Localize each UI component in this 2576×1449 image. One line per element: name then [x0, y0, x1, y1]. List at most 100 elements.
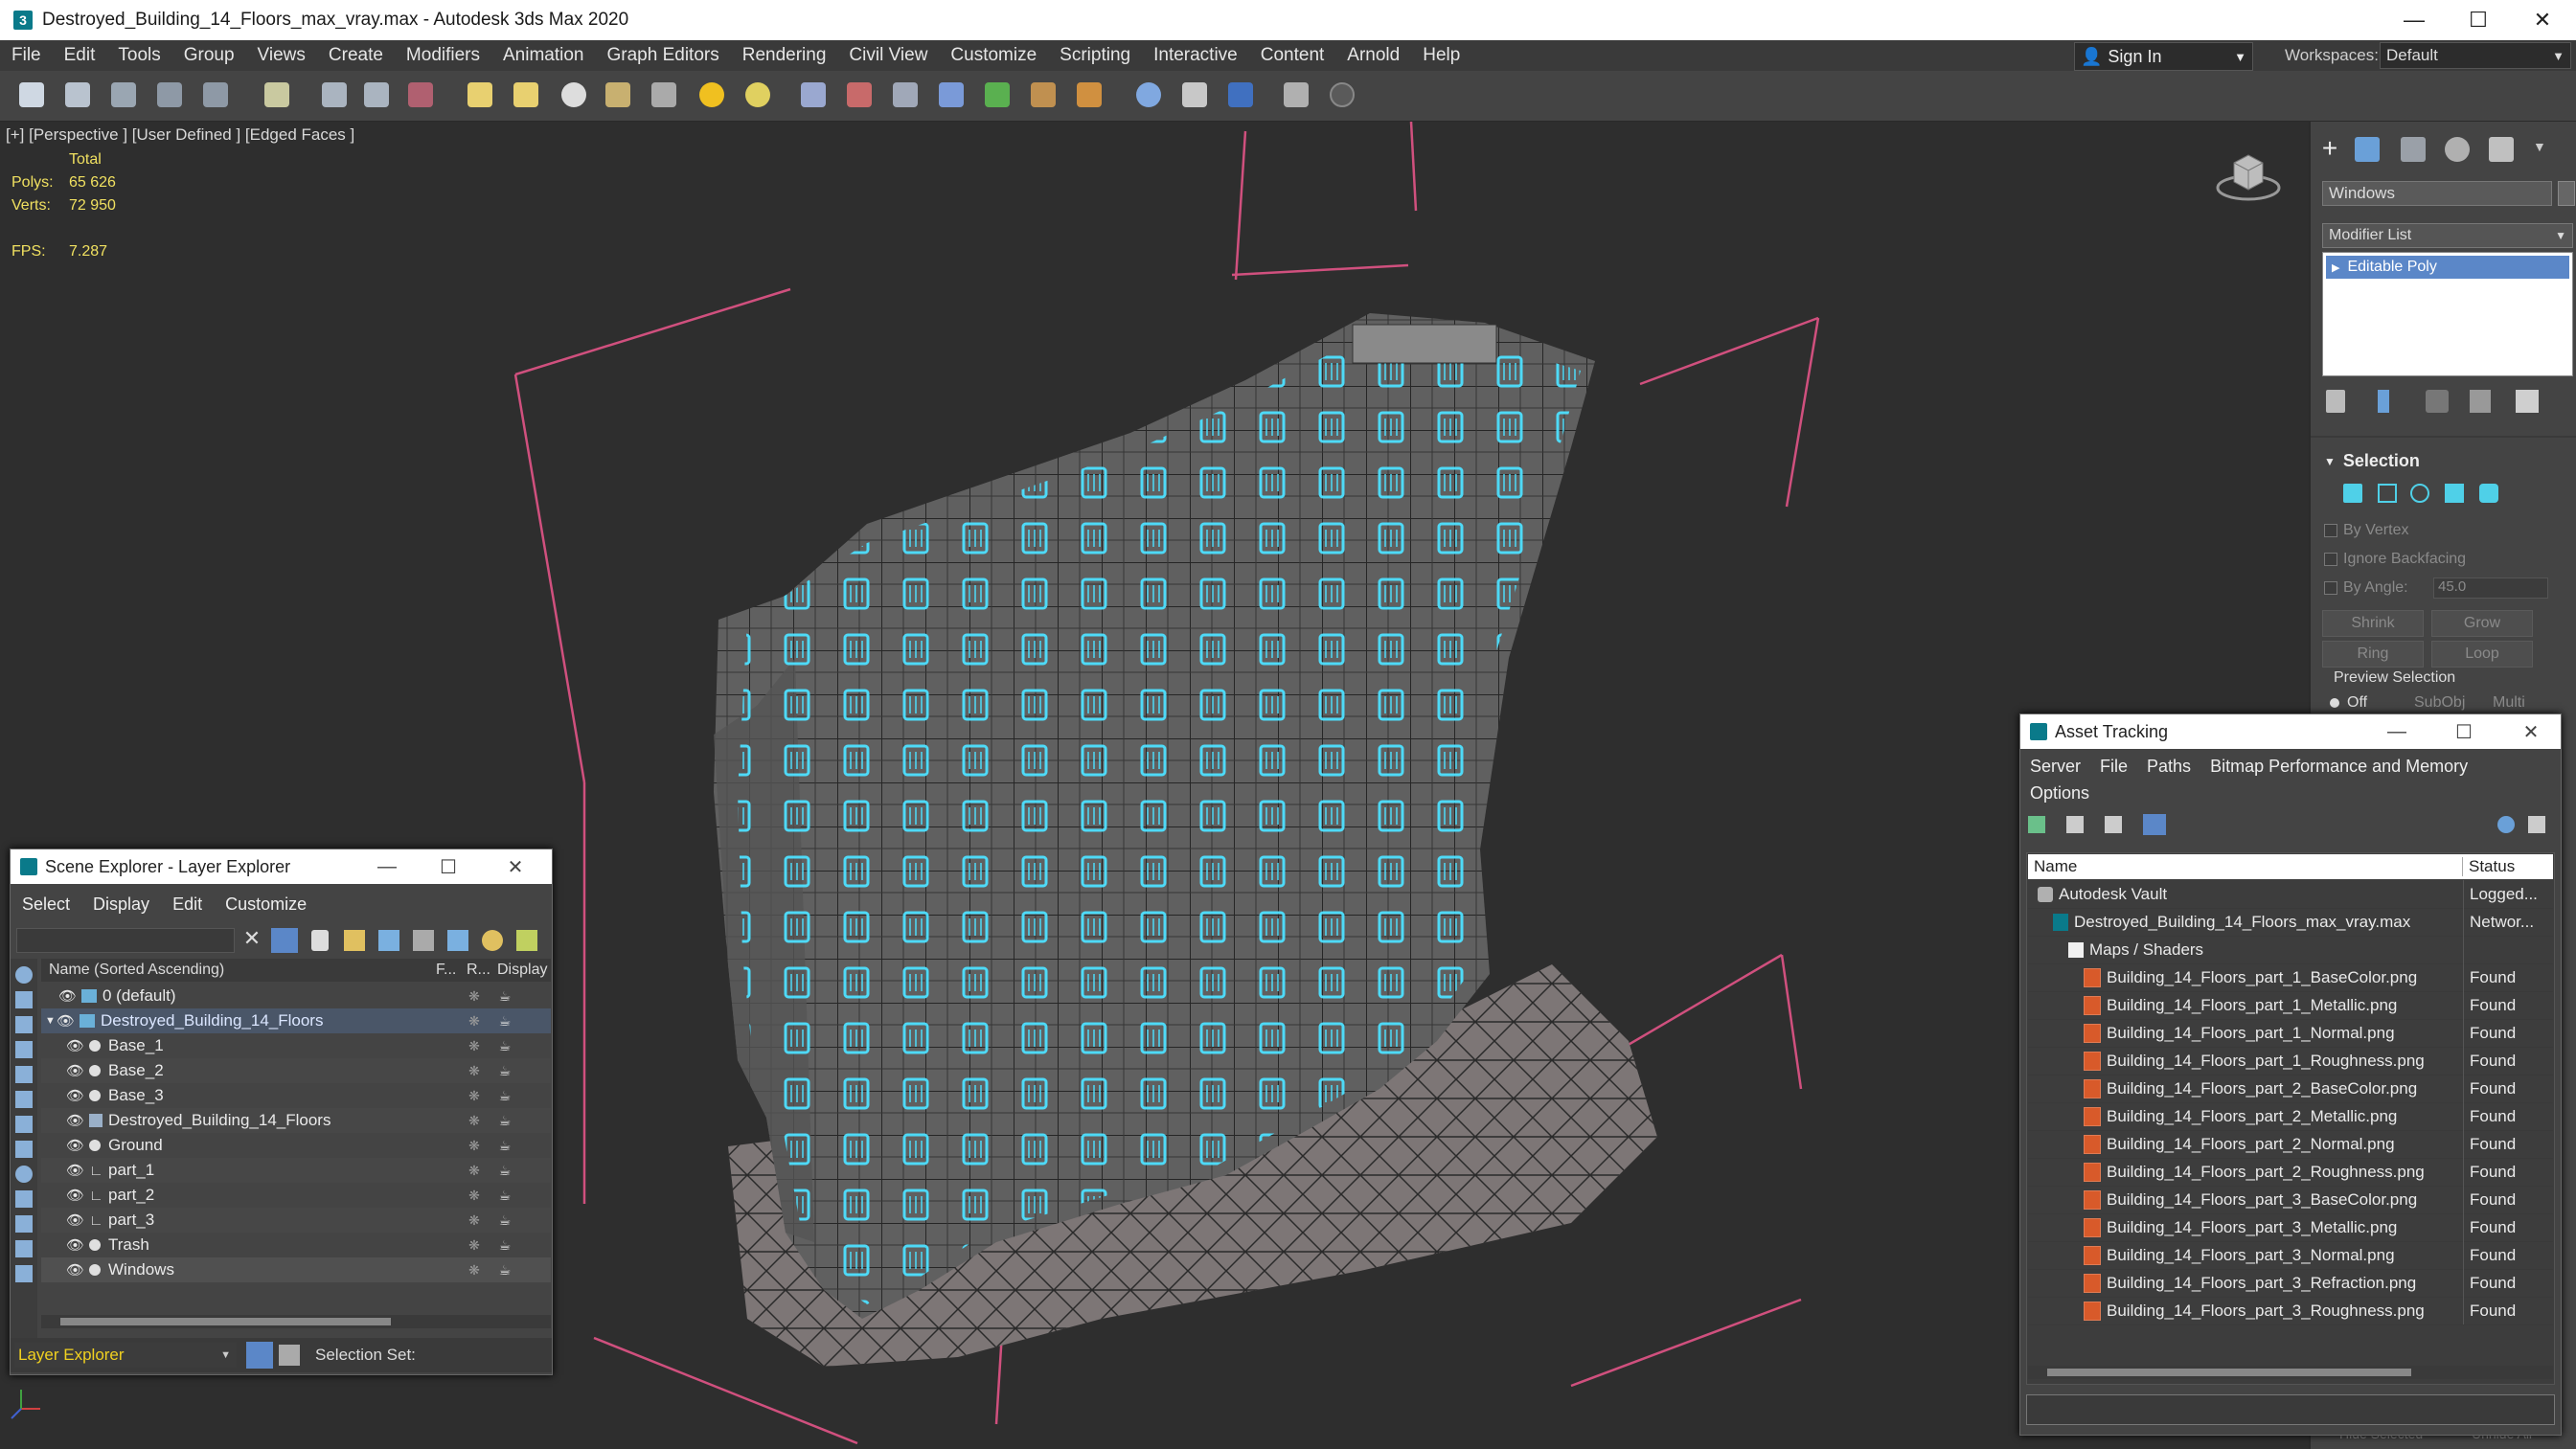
asset-row[interactable]: Autodesk Vault Logged...: [2028, 880, 2553, 909]
freeze-icon[interactable]: ❋: [459, 1262, 490, 1279]
display-helpers-icon[interactable]: [15, 1091, 33, 1108]
show-end-result-icon[interactable]: [2378, 390, 2389, 413]
sync-icon[interactable]: [516, 930, 537, 951]
asset-row[interactable]: Building_14_Floors_part_1_Normal.png Foun…: [2028, 1019, 2553, 1048]
tree-row[interactable]: ▼ 👁 Destroyed_Building_14_Floors ❋ ☕: [41, 1008, 551, 1033]
visibility-eye-icon[interactable]: 👁: [66, 1236, 87, 1254]
tree-row[interactable]: 👁 Base_2 ❋ ☕: [41, 1058, 551, 1083]
renderable-icon[interactable]: ☕: [490, 1138, 520, 1154]
selection-rollout-header[interactable]: ▼ Selection: [2324, 451, 2420, 471]
select-scale-icon[interactable]: [605, 82, 630, 107]
freeze-icon[interactable]: ❋: [459, 1013, 490, 1030]
column-display[interactable]: Display: [497, 962, 547, 979]
menu-arnold[interactable]: Arnold: [1335, 45, 1411, 66]
menu-help[interactable]: Help: [1411, 45, 1471, 66]
column-name[interactable]: Name: [2028, 857, 2463, 876]
renderable-icon[interactable]: ☕: [490, 988, 520, 1005]
table-view-icon[interactable]: [2143, 814, 2166, 835]
render-frame-icon[interactable]: [1228, 82, 1253, 107]
layers-icon[interactable]: [447, 930, 468, 951]
display-shapes-icon[interactable]: [15, 1016, 33, 1033]
asset-row[interactable]: Building_14_Floors_part_3_Roughness.png F…: [2028, 1297, 2553, 1325]
display-frozen-icon[interactable]: [15, 1240, 33, 1257]
menu-civil-view[interactable]: Civil View: [837, 45, 939, 66]
layer-explorer-icon[interactable]: [246, 1342, 273, 1369]
freeze-icon[interactable]: ❋: [459, 1163, 490, 1179]
tree-row[interactable]: 👁 Base_1 ❋ ☕: [41, 1033, 551, 1058]
named-selection-icon[interactable]: [985, 82, 1010, 107]
render-setup-icon[interactable]: [1182, 82, 1207, 107]
display-spacewarps-icon[interactable]: [15, 1116, 33, 1133]
select-object-icon[interactable]: [322, 82, 347, 107]
object-color-swatch[interactable]: [2558, 181, 2575, 206]
help-icon[interactable]: [1330, 82, 1355, 107]
asset-row[interactable]: Building_14_Floors_part_3_Metallic.png Fo…: [2028, 1213, 2553, 1242]
renderable-icon[interactable]: ☕: [490, 1038, 520, 1054]
chevron-down-icon[interactable]: ▼: [2533, 139, 2552, 158]
motion-tab-icon[interactable]: [2445, 137, 2470, 162]
renderable-icon[interactable]: ☕: [490, 1163, 520, 1179]
refresh-icon[interactable]: [2028, 816, 2045, 833]
scrollbar-thumb[interactable]: [2047, 1369, 2411, 1376]
renderable-icon[interactable]: ☕: [490, 1013, 520, 1030]
visibility-eye-icon[interactable]: 👁: [66, 1187, 87, 1204]
by-angle-spinner[interactable]: 45.0: [2433, 577, 2548, 599]
make-unique-icon[interactable]: [2426, 390, 2449, 413]
asset-tracking-titlebar[interactable]: Asset Tracking — ☐ ✕: [2020, 714, 2561, 749]
loop-button[interactable]: Loop: [2431, 641, 2533, 668]
modify-tab-icon[interactable]: [2355, 137, 2380, 162]
clear-search-icon[interactable]: ✕: [240, 926, 263, 953]
select-by-name-icon[interactable]: [364, 82, 389, 107]
renderable-icon[interactable]: ☕: [490, 1063, 520, 1079]
asset-row[interactable]: Building_14_Floors_part_3_BaseColor.png F…: [2028, 1186, 2553, 1214]
edge-mode-icon[interactable]: [2378, 484, 2397, 503]
chevron-down-icon[interactable]: ▼: [45, 1015, 57, 1027]
bind-spacewarp-icon[interactable]: [203, 82, 228, 107]
display-hidden-icon[interactable]: [15, 1265, 33, 1282]
spinner-snap-icon[interactable]: [939, 82, 964, 107]
ring-button[interactable]: Ring: [2322, 641, 2424, 668]
material-editor-icon[interactable]: [1136, 82, 1161, 107]
align-icon[interactable]: [1077, 82, 1102, 107]
reference-coordinate-icon[interactable]: [651, 82, 676, 107]
freeze-icon[interactable]: ❋: [459, 1113, 490, 1129]
minimize-button[interactable]: —: [2381, 0, 2448, 40]
renderable-icon[interactable]: ☕: [490, 1188, 520, 1204]
hierarchy-icon[interactable]: [413, 930, 434, 951]
percent-snap-icon[interactable]: [893, 82, 918, 107]
close-button[interactable]: ✕: [493, 849, 537, 884]
scrollbar-thumb[interactable]: [60, 1318, 391, 1325]
asset-row[interactable]: Building_14_Floors_part_2_Roughness.png F…: [2028, 1158, 2553, 1187]
menu-interactive[interactable]: Interactive: [1142, 45, 1249, 66]
help-icon[interactable]: [2497, 816, 2515, 833]
ignore-backfacing-checkbox[interactable]: [2324, 553, 2337, 566]
display-containers-icon[interactable]: [15, 1215, 33, 1233]
redo-icon[interactable]: [65, 82, 90, 107]
display-groups-icon[interactable]: [15, 1141, 33, 1158]
lock-icon[interactable]: [311, 930, 329, 951]
selection-filter-icon[interactable]: [264, 82, 289, 107]
list-view-icon[interactable]: [2066, 816, 2084, 833]
display-cameras-icon[interactable]: [15, 1066, 33, 1083]
asset-row[interactable]: Destroyed_Building_14_Floors_max_vray.ma…: [2028, 908, 2553, 937]
hierarchy-tab-icon[interactable]: [2401, 137, 2426, 162]
visibility-eye-icon[interactable]: 👁: [58, 987, 80, 1005]
select-rotate-icon[interactable]: [561, 82, 586, 107]
workspaces-dropdown[interactable]: Default ▼: [2380, 42, 2571, 69]
visibility-eye-icon[interactable]: 👁: [66, 1137, 87, 1154]
menu-modifiers[interactable]: Modifiers: [395, 45, 491, 66]
asset-path-field[interactable]: [2026, 1394, 2555, 1425]
menu-create[interactable]: Create: [317, 45, 395, 66]
pivot-center-icon[interactable]: [699, 82, 724, 107]
display-tab-icon[interactable]: [2489, 137, 2514, 162]
element-mode-icon[interactable]: [2479, 484, 2498, 503]
by-vertex-checkbox[interactable]: [2324, 524, 2337, 537]
minimize-button[interactable]: —: [2375, 714, 2419, 749]
display-all-icon[interactable]: [15, 966, 33, 984]
asset-row[interactable]: Building_14_Floors_part_2_BaseColor.png F…: [2028, 1075, 2553, 1103]
freeze-icon[interactable]: ❋: [459, 1088, 490, 1104]
filter-icon[interactable]: [271, 928, 298, 953]
menu-file[interactable]: File: [2090, 757, 2137, 777]
maximize-button[interactable]: ☐: [2445, 0, 2512, 40]
menu-content[interactable]: Content: [1249, 45, 1336, 66]
